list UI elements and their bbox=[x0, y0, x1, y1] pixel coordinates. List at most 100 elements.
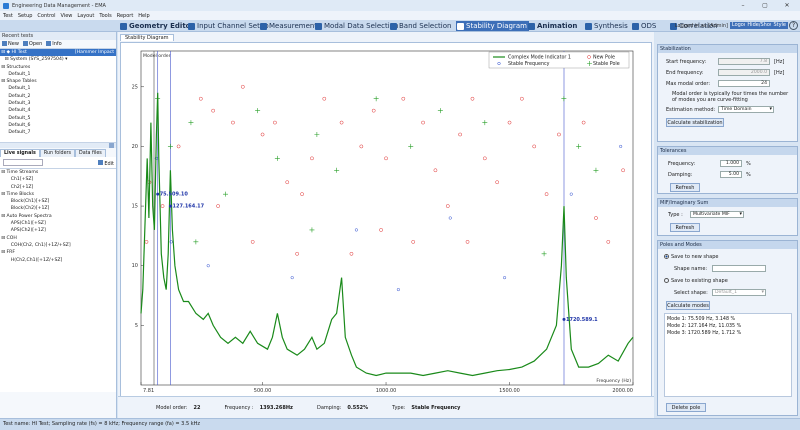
frequency-value: 1393.268Hz bbox=[259, 404, 293, 411]
close-button[interactable]: ✕ bbox=[776, 0, 798, 11]
mode-list-item[interactable]: Mode 3: 1720.589 Hz, 1.712 % bbox=[667, 330, 789, 337]
tab-stability-diagram[interactable]: Stability Diagram bbox=[120, 34, 174, 41]
tree-item[interactable]: Block(Ch2)[+1Z] bbox=[0, 205, 116, 212]
test-tree[interactable]: ⊟ ◆ HI Test [Hammer Impact ⊟ System (SYS_2… bbox=[0, 48, 116, 143]
select-shape-dropdown[interactable]: Default_1 bbox=[712, 289, 766, 296]
tab-stability-diagram[interactable]: Stability Diagram bbox=[456, 21, 529, 31]
tolerances-refresh-button[interactable]: Refresh bbox=[670, 183, 700, 192]
tree-item[interactable]: Default_1 bbox=[0, 85, 116, 92]
test-buttons: New Open Info bbox=[0, 40, 116, 48]
tree-item[interactable]: Default_6 bbox=[0, 122, 116, 129]
tree-item[interactable]: ⊟ ◆ HI Test [Hammer Impact bbox=[0, 49, 116, 57]
max-modal-order-input[interactable]: 24 bbox=[718, 80, 770, 87]
splitter[interactable] bbox=[0, 143, 116, 148]
tab-live-signals[interactable]: Live signals bbox=[0, 149, 40, 157]
tree-item[interactable]: Ch1[+SZ] bbox=[0, 176, 116, 183]
tab-label: Input Channel Setup bbox=[197, 22, 269, 30]
mode-list-item[interactable]: Mode 2: 127.164 Hz, 11.035 % bbox=[667, 323, 789, 330]
tree-item[interactable]: Default_2 bbox=[0, 93, 116, 100]
menu-tools[interactable]: Tools bbox=[99, 13, 111, 19]
tree-item[interactable]: APS(Ch2)[+1Z] bbox=[0, 227, 116, 234]
estimation-method-label: Estimation method: bbox=[666, 107, 716, 113]
tree-item-label: ⊟ Shape Tables bbox=[1, 79, 37, 85]
tab-geometry-editor[interactable]: Geometry Editor bbox=[120, 21, 194, 31]
tree-item[interactable]: ⊟ Shape Tables bbox=[0, 78, 116, 85]
modes-list[interactable]: Mode 1: 75.509 Hz, 3.148 % Mode 2: 127.16… bbox=[664, 313, 792, 397]
mode-list-item[interactable]: Mode 1: 75.509 Hz, 3.148 % bbox=[667, 316, 789, 323]
tree-item[interactable]: ⊟ System (SYS_2597504) ▾ bbox=[0, 56, 116, 63]
tree-item[interactable]: COH(Ch2, Ch1)[+1Z/+SZ] bbox=[0, 242, 116, 249]
frequency-tolerance-input[interactable]: 1.000 bbox=[720, 160, 742, 167]
shape-name-input[interactable] bbox=[712, 265, 766, 272]
signal-filter-input[interactable] bbox=[3, 159, 43, 166]
tree-item-label: ⊟ System (SYS_2597504) ▾ bbox=[4, 57, 68, 63]
tree-item[interactable]: Default_5 bbox=[0, 115, 116, 122]
minimize-button[interactable]: – bbox=[732, 0, 754, 11]
tab-modal-data-selection[interactable]: Modal Data Selection bbox=[315, 21, 398, 31]
start-frequency-input[interactable]: 7.8 bbox=[718, 58, 770, 65]
style-button[interactable]: Style bbox=[771, 22, 788, 29]
menu-bar: Test Setup Control View Layout Tools Report Hel… bbox=[0, 11, 800, 20]
tree-item[interactable]: Default_4 bbox=[0, 107, 116, 114]
menu-help[interactable]: Help bbox=[138, 13, 149, 19]
tab-run-folders[interactable]: Run folders bbox=[39, 149, 75, 157]
mif-refresh-button[interactable]: Refresh bbox=[670, 223, 700, 232]
legend-cmif-label: Complex Mode Indicator 1 bbox=[508, 55, 571, 61]
scrollbar-thumb[interactable] bbox=[109, 143, 114, 148]
menu-test[interactable]: Test bbox=[3, 13, 13, 19]
edit-button[interactable]: Edit bbox=[98, 160, 114, 167]
menu-report[interactable]: Report bbox=[117, 13, 134, 19]
save-new-shape-radio[interactable]: Save to new shape bbox=[664, 254, 718, 260]
tree-item[interactable]: ⊟ Structures bbox=[0, 64, 116, 71]
estimation-method-dropdown[interactable]: Time Domain bbox=[718, 106, 774, 113]
calculate-modes-button[interactable]: Calculate modes bbox=[666, 301, 710, 310]
maximize-button[interactable]: ▢ bbox=[754, 0, 776, 11]
start-frequency-label: Start frequency: bbox=[666, 59, 707, 65]
tree-item[interactable]: Default_1 bbox=[0, 71, 116, 78]
menu-layout[interactable]: Layout bbox=[77, 13, 94, 19]
stability-chart-frame[interactable]: 25 20 15 10 5 7.81 500.00 1000.00 1500.00 2000.00… bbox=[120, 42, 652, 419]
tab-input-channel-setup[interactable]: Input Channel Setup bbox=[188, 21, 269, 31]
tree-item[interactable]: Ch2[+1Z] bbox=[0, 184, 116, 191]
tree-item[interactable]: ⊟ COH bbox=[0, 235, 116, 242]
stability-chart[interactable]: 25 20 15 10 5 7.81 500.00 1000.00 1500.00 2000.00… bbox=[121, 43, 653, 395]
new-test-button[interactable]: New bbox=[2, 41, 19, 47]
tree-item[interactable]: ⊟ Time Streams bbox=[0, 169, 116, 176]
tree-item[interactable]: Default_7 bbox=[0, 129, 116, 136]
tab-synthesis[interactable]: Synthesis bbox=[585, 21, 628, 31]
tree-item[interactable]: Default_3 bbox=[0, 100, 116, 107]
tree-item[interactable]: Block(Ch1)[+SZ] bbox=[0, 198, 116, 205]
tab-ods[interactable]: ODS bbox=[632, 21, 656, 31]
tree-item[interactable]: ⊟ FRF bbox=[0, 249, 116, 256]
tab-data-files[interactable]: Data files bbox=[75, 149, 106, 157]
info-button[interactable]: Info bbox=[46, 41, 62, 47]
tree-item[interactable]: H(Ch2,Ch1)[+1Z/+SZ] bbox=[0, 257, 116, 264]
end-frequency-input[interactable]: 2000.0 bbox=[718, 69, 770, 76]
menu-setup[interactable]: Setup bbox=[18, 13, 33, 19]
calculate-stabilization-button[interactable]: Calculate stabilization bbox=[666, 118, 724, 127]
tree-item-label: ⊟ Structures bbox=[1, 64, 31, 70]
save-existing-shape-radio[interactable]: Save to existing shape bbox=[664, 278, 728, 284]
menu-view[interactable]: View bbox=[61, 13, 73, 19]
menu-control[interactable]: Control bbox=[37, 13, 55, 19]
damping-tolerance-input[interactable]: 5.00 bbox=[720, 171, 742, 178]
type-value: Stable Frequency bbox=[411, 404, 461, 411]
tree-item[interactable]: ⊟ Time Blocks bbox=[0, 191, 116, 198]
tree-item-label: ⊟ Time Blocks bbox=[1, 191, 35, 197]
help-icon[interactable]: ? bbox=[789, 21, 798, 30]
tab-measurement[interactable]: Measurement bbox=[260, 21, 317, 31]
open-test-button[interactable]: Open bbox=[22, 41, 42, 47]
x-tick-label: 500.00 bbox=[254, 388, 272, 394]
tree-item-label: ⊟ FRF bbox=[1, 250, 15, 256]
tree-item[interactable]: APS(Ch1)[+SZ] bbox=[0, 220, 116, 227]
delete-pole-button[interactable]: Delete pole bbox=[666, 403, 706, 412]
end-frequency-unit: [Hz] bbox=[774, 70, 785, 76]
damping-tolerance-label: Damping: bbox=[668, 172, 693, 178]
tab-animation[interactable]: Animation bbox=[528, 21, 577, 31]
mif-type-dropdown[interactable]: Multivariate MIF bbox=[690, 211, 744, 218]
y-tick-label: 25 bbox=[132, 84, 138, 90]
x-tick-label: 1500.00 bbox=[499, 388, 520, 394]
tree-item[interactable]: ⊟ Auto Power Spectra bbox=[0, 213, 116, 220]
tab-band-selection[interactable]: Band Selection bbox=[390, 21, 451, 31]
signal-tree[interactable]: ⊟ Time Streams Ch1[+SZ] Ch2[+1Z] ⊟ Time Blo… bbox=[0, 169, 116, 392]
